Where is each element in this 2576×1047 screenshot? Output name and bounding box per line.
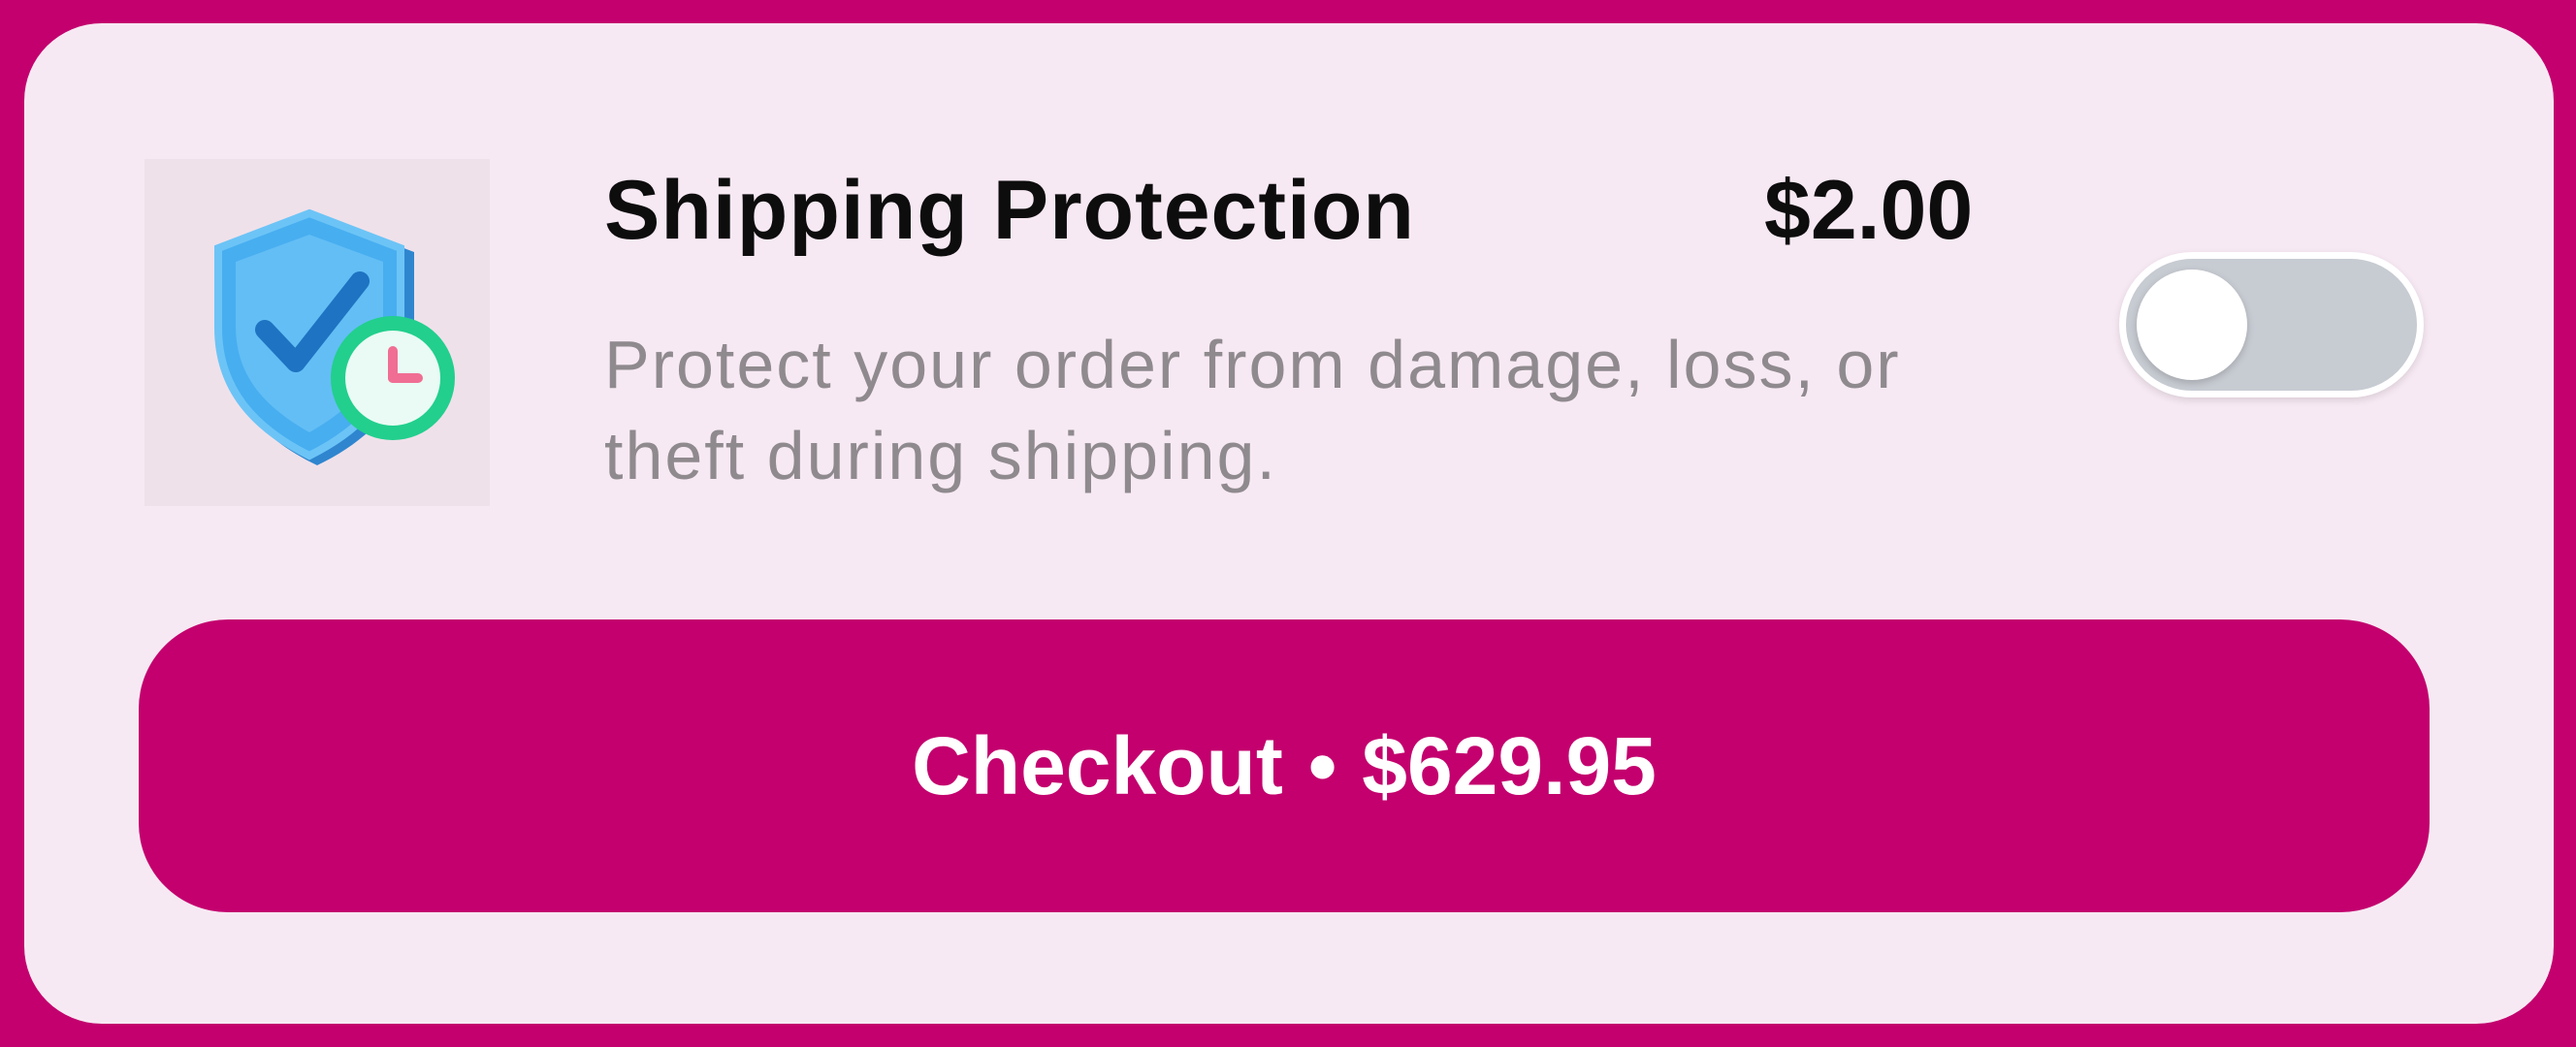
checkout-separator: • — [1307, 719, 1337, 811]
shield-check-clock-icon — [214, 208, 455, 465]
shipping-protection-image — [145, 159, 490, 506]
checkout-label: Checkout — [912, 719, 1283, 811]
shipping-protection-card: Shipping Protection $2.00 Protect your o… — [24, 23, 2554, 1024]
checkout-button[interactable]: Checkout • $629.95 — [139, 619, 2430, 912]
shipping-protection-toggle[interactable] — [2119, 252, 2424, 397]
shipping-protection-title: Shipping Protection — [604, 164, 1415, 257]
shipping-protection-description: Protect your order from damage, loss, or… — [604, 327, 1901, 493]
checkout-total: $629.95 — [1362, 719, 1657, 811]
shipping-protection-price: $2.00 — [1764, 164, 1974, 257]
toggle-knob — [2137, 270, 2247, 380]
